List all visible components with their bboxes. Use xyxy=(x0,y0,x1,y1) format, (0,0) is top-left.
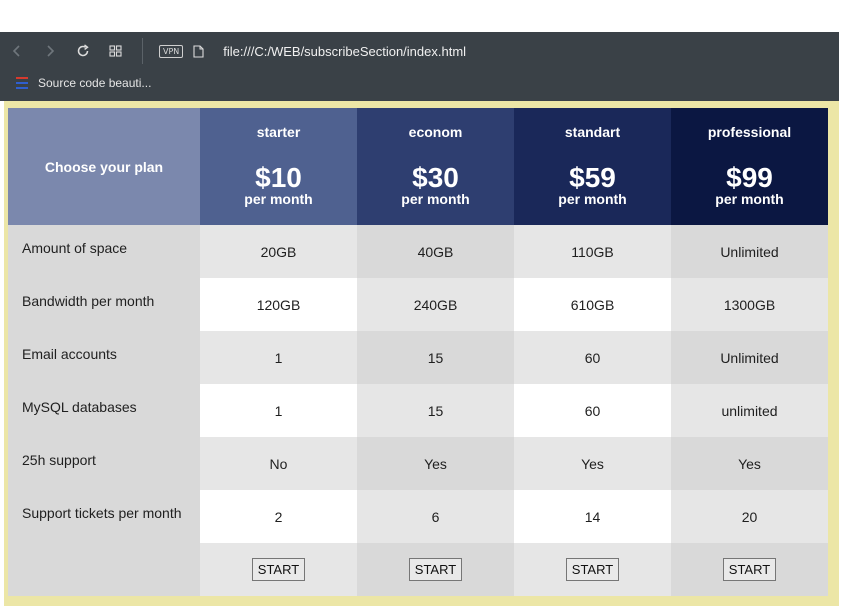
feature-value: Yes xyxy=(357,437,514,490)
bookmark-menu-icon xyxy=(16,77,28,89)
feature-label: 25h support xyxy=(8,437,200,490)
speed-dial-icon[interactable] xyxy=(99,32,132,70)
window-top-strip xyxy=(0,0,844,32)
feature-value: 240GB xyxy=(357,278,514,331)
feature-row: 25h support No Yes Yes Yes xyxy=(8,437,828,490)
start-button-starter[interactable]: START xyxy=(251,558,306,581)
feature-row: Support tickets per month 2 6 14 20 xyxy=(8,490,828,543)
feature-value: 20 xyxy=(671,490,828,543)
plan-name: starter xyxy=(256,124,301,140)
plan-period: per month xyxy=(715,191,784,207)
plan-header-econom: econom $30 per month xyxy=(357,108,514,225)
pricing-table: Choose your plan starter $10 per month e… xyxy=(8,108,828,596)
plan-price: $30 xyxy=(412,162,459,193)
vpn-badge[interactable]: VPN xyxy=(159,44,184,58)
feature-value: 60 xyxy=(514,331,671,384)
plan-period: per month xyxy=(401,191,470,207)
browser-toolbar: VPN file:///C:/WEB/subscribeSection/inde… xyxy=(0,32,839,70)
feature-value: 6 xyxy=(357,490,514,543)
feature-value: 610GB xyxy=(514,278,671,331)
feature-value: 1 xyxy=(200,331,357,384)
feature-value: 1300GB xyxy=(671,278,828,331)
start-button-econom[interactable]: START xyxy=(408,558,463,581)
feature-value: Unlimited xyxy=(671,225,828,278)
forward-arrow-icon[interactable] xyxy=(33,32,66,70)
bookmark-item[interactable]: Source code beauti... xyxy=(38,76,151,90)
start-cell: START xyxy=(514,543,671,596)
plan-price: $10 xyxy=(255,162,302,193)
page-file-icon[interactable] xyxy=(192,44,204,58)
plan-name: econom xyxy=(408,124,463,140)
feature-value: 2 xyxy=(200,490,357,543)
feature-value: 60 xyxy=(514,384,671,437)
page-viewport: Choose your plan starter $10 per month e… xyxy=(4,101,839,606)
back-arrow-icon[interactable] xyxy=(0,32,33,70)
empty-cell xyxy=(8,543,200,596)
toolbar-separator xyxy=(142,38,143,64)
plan-price: $99 xyxy=(726,162,773,193)
bookmarks-bar: Source code beauti... xyxy=(0,70,839,96)
feature-value: 110GB xyxy=(514,225,671,278)
feature-value: unlimited xyxy=(671,384,828,437)
plan-header-standart: standart $59 per month xyxy=(514,108,671,225)
feature-value: 14 xyxy=(514,490,671,543)
feature-value: Yes xyxy=(514,437,671,490)
address-bar[interactable]: file:///C:/WEB/subscribeSection/index.ht… xyxy=(223,44,466,59)
start-cell: START xyxy=(357,543,514,596)
plan-period: per month xyxy=(244,191,313,207)
feature-label: Email accounts xyxy=(8,331,200,384)
feature-label: MySQL databases xyxy=(8,384,200,437)
feature-label: Support tickets per month xyxy=(8,490,200,543)
pricing-header-row: Choose your plan starter $10 per month e… xyxy=(8,108,828,225)
start-button-standart[interactable]: START xyxy=(565,558,620,581)
feature-value: 15 xyxy=(357,331,514,384)
feature-value: 15 xyxy=(357,384,514,437)
plan-name: standart xyxy=(564,124,621,140)
plan-header-starter: starter $10 per month xyxy=(200,108,357,225)
feature-label: Amount of space xyxy=(8,225,200,278)
choose-plan-label: Choose your plan xyxy=(8,108,200,225)
start-cell: START xyxy=(200,543,357,596)
feature-row: Email accounts 1 15 60 Unlimited xyxy=(8,331,828,384)
start-cell: START xyxy=(671,543,828,596)
start-buttons-row: START START START START xyxy=(8,543,828,596)
feature-value: No xyxy=(200,437,357,490)
plan-name: professional xyxy=(707,124,792,140)
plan-header-professional: professional $99 per month xyxy=(671,108,828,225)
start-button-professional[interactable]: START xyxy=(722,558,777,581)
feature-value: 20GB xyxy=(200,225,357,278)
reload-icon[interactable] xyxy=(66,32,99,70)
feature-value: Unlimited xyxy=(671,331,828,384)
feature-value: 1 xyxy=(200,384,357,437)
feature-value: 120GB xyxy=(200,278,357,331)
feature-value: Yes xyxy=(671,437,828,490)
feature-label: Bandwidth per month xyxy=(8,278,200,331)
feature-row: MySQL databases 1 15 60 unlimited xyxy=(8,384,828,437)
feature-row: Amount of space 20GB 40GB 110GB Unlimite… xyxy=(8,225,828,278)
feature-row: Bandwidth per month 120GB 240GB 610GB 13… xyxy=(8,278,828,331)
plan-price: $59 xyxy=(569,162,616,193)
plan-period: per month xyxy=(558,191,627,207)
feature-value: 40GB xyxy=(357,225,514,278)
